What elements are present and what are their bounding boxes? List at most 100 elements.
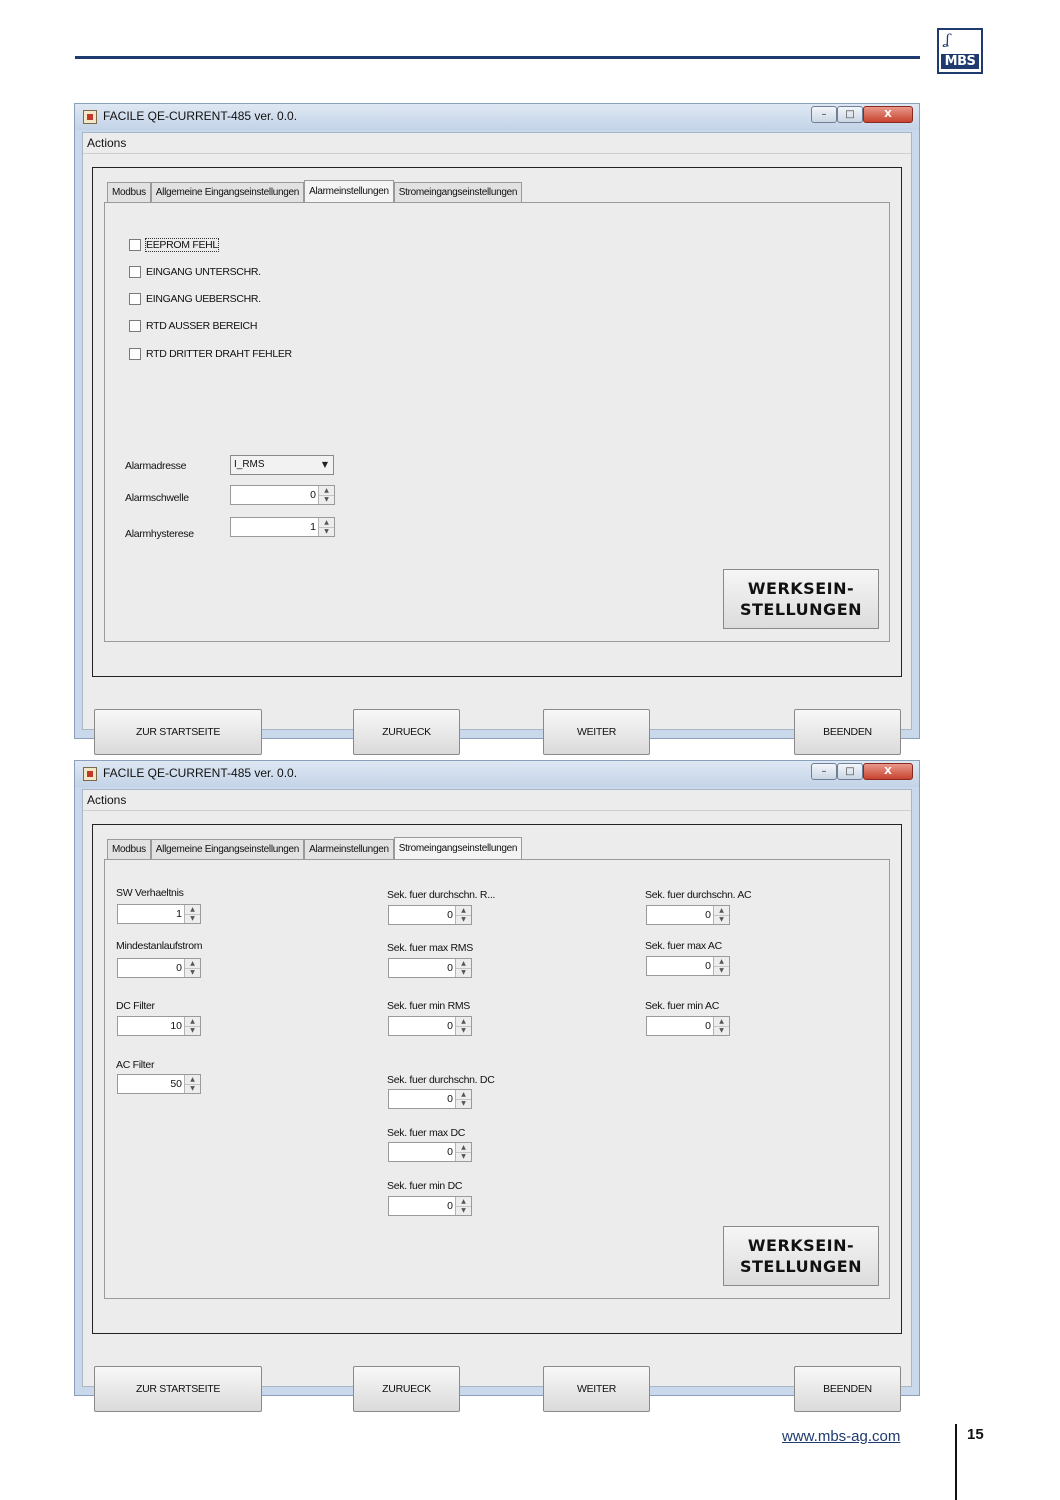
tab-alarm-settings[interactable]: Alarmeinstellungen (304, 180, 394, 202)
avg-rms-seconds-spinner[interactable]: 0 ▲ ▼ (388, 905, 472, 925)
spinner-buttons: ▲ ▼ (455, 1197, 471, 1215)
app-window-alarm: FACILE QE-CURRENT-485 ver. 0.0. – □ X Ac… (74, 103, 920, 755)
button-line-2: STELLUNGEN (739, 600, 863, 619)
checkbox-box[interactable] (129, 320, 141, 332)
spinner-buttons: ▲ ▼ (455, 906, 471, 924)
avg-ac-seconds-spinner[interactable]: 0 ▲ ▼ (646, 905, 730, 925)
checkbox-input-under[interactable]: EINGANG UNTERSCHR. (129, 264, 261, 280)
spinner-buttons: ▲ ▼ (455, 959, 471, 977)
tab-modbus[interactable]: Modbus (107, 839, 151, 859)
spinner-down-icon[interactable]: ▼ (185, 1084, 200, 1093)
spinner-down-icon[interactable]: ▼ (456, 1206, 471, 1215)
spinner-buttons: ▲ ▼ (713, 957, 729, 975)
field-label: Sek. fuer durchschn. R... (387, 889, 496, 901)
checkbox-rtd-range[interactable]: RTD AUSSER BEREICH (129, 318, 257, 334)
home-button[interactable]: ZUR STARTSEITE (94, 709, 262, 755)
tab-current-input[interactable]: Stromeingangseinstellungen (393, 837, 523, 859)
field-label: Sek. fuer min AC (645, 1000, 719, 1012)
alarm-hysteresis-label: Alarmhysterese (125, 528, 194, 540)
checkbox-box[interactable] (129, 239, 141, 251)
spinner-down-icon[interactable]: ▼ (185, 1026, 200, 1035)
spinner-down-icon[interactable]: ▼ (185, 968, 200, 977)
logo-mark-icon: ʆ (945, 32, 950, 48)
page-number: 15 (967, 1426, 984, 1443)
spinner-down-icon[interactable]: ▼ (714, 915, 729, 924)
back-button[interactable]: ZURUECK (353, 1366, 460, 1412)
tab-current-input[interactable]: Stromeingangseinstellungen (393, 182, 523, 202)
checkbox-label: EINGANG UEBERSCHR. (146, 293, 261, 305)
spinner-down-icon[interactable]: ▼ (185, 914, 200, 923)
spinner-down-icon[interactable]: ▼ (456, 915, 471, 924)
tab-general-input[interactable]: Allgemeine Eingangseinstellungen (150, 182, 305, 202)
avg-dc-seconds-spinner[interactable]: 0 ▲ ▼ (388, 1089, 472, 1109)
checkbox-box[interactable] (129, 293, 141, 305)
factory-reset-button[interactable]: WERKSEIN- STELLUNGEN (723, 1226, 879, 1286)
spinner-value: 0 (176, 962, 182, 974)
title-bar[interactable]: FACILE QE-CURRENT-485 ver. 0.0. – □ X (75, 104, 919, 130)
alarm-hysteresis-spinner[interactable]: 1 ▲ ▼ (230, 517, 335, 537)
window-title: FACILE QE-CURRENT-485 ver. 0.0. (103, 109, 298, 123)
title-bar[interactable]: FACILE QE-CURRENT-485 ver. 0.0. – □ X (75, 761, 919, 787)
spinner-buttons: ▲ ▼ (184, 959, 200, 977)
min-dc-seconds-spinner[interactable]: 0 ▲ ▼ (388, 1196, 472, 1216)
ac-filter-spinner[interactable]: 50 ▲ ▼ (117, 1074, 201, 1094)
factory-reset-button[interactable]: WERKSEIN- STELLUNGEN (723, 569, 879, 629)
maximize-button[interactable]: □ (837, 106, 863, 123)
select-value: I_RMS (234, 459, 265, 470)
max-rms-seconds-spinner[interactable]: 0 ▲ ▼ (388, 958, 472, 978)
maximize-button[interactable]: □ (837, 763, 863, 780)
max-dc-seconds-spinner[interactable]: 0 ▲ ▼ (388, 1142, 472, 1162)
logo-text: MBS (941, 54, 979, 69)
home-button[interactable]: ZUR STARTSEITE (94, 1366, 262, 1412)
spinner-down-icon[interactable]: ▼ (714, 966, 729, 975)
checkbox-box[interactable] (129, 266, 141, 278)
menu-actions[interactable]: Actions (87, 793, 126, 807)
checkbox-rtd-third-wire[interactable]: RTD DRITTER DRAHT FEHLER (129, 346, 292, 362)
field-label: AC Filter (116, 1059, 155, 1071)
next-button[interactable]: WEITER (543, 709, 650, 755)
tab-general-input[interactable]: Allgemeine Eingangseinstellungen (150, 839, 305, 859)
field-label: Sek. fuer min RMS (387, 1000, 471, 1012)
exit-button[interactable]: BEENDEN (794, 709, 901, 755)
close-button[interactable]: X (863, 106, 913, 123)
spinner-down-icon[interactable]: ▼ (456, 968, 471, 977)
tab-bar: Modbus Allgemeine Eingangseinstellungen … (107, 837, 523, 859)
tab-modbus[interactable]: Modbus (107, 182, 151, 202)
window-client: Actions Modbus Allgemeine Eingangseinste… (82, 789, 912, 1412)
alarm-threshold-spinner[interactable]: 0 ▲ ▼ (230, 485, 335, 505)
chevron-down-icon[interactable]: ▼ (322, 460, 328, 469)
spinner-down-icon[interactable]: ▼ (456, 1026, 471, 1035)
minimize-button[interactable]: – (811, 106, 837, 123)
spinner-value: 0 (705, 909, 711, 921)
checkbox-label: RTD AUSSER BEREICH (146, 320, 258, 332)
minimize-button[interactable]: – (811, 763, 837, 780)
app-icon (83, 110, 97, 124)
close-button[interactable]: X (863, 763, 913, 780)
dc-filter-spinner[interactable]: 10 ▲ ▼ (117, 1016, 201, 1036)
min-rms-seconds-spinner[interactable]: 0 ▲ ▼ (388, 1016, 472, 1036)
menu-actions[interactable]: Actions (87, 136, 126, 150)
checkbox-input-over[interactable]: EINGANG UEBERSCHR. (129, 291, 261, 307)
spinner-down-icon[interactable]: ▼ (319, 495, 334, 504)
content-frame: Modbus Allgemeine Eingangseinstellungen … (92, 167, 902, 677)
exit-button[interactable]: BEENDEN (794, 1366, 901, 1412)
spinner-value: 10 (170, 1020, 182, 1032)
tab-alarm-settings[interactable]: Alarmeinstellungen (304, 839, 394, 859)
spinner-down-icon[interactable]: ▼ (456, 1152, 471, 1161)
back-button[interactable]: ZURUECK (353, 709, 460, 755)
checkbox-label: RTD DRITTER DRAHT FEHLER (146, 348, 292, 360)
spinner-down-icon[interactable]: ▼ (714, 1026, 729, 1035)
tab-panel-current: SW Verhaeltnis 1 ▲ ▼ Mindestanlaufstrom 0… (104, 859, 890, 1299)
min-startup-current-spinner[interactable]: 0 ▲ ▼ (117, 958, 201, 978)
next-button[interactable]: WEITER (543, 1366, 650, 1412)
spinner-down-icon[interactable]: ▼ (319, 527, 334, 536)
max-ac-seconds-spinner[interactable]: 0 ▲ ▼ (646, 956, 730, 976)
spinner-down-icon[interactable]: ▼ (456, 1099, 471, 1108)
field-label: Sek. fuer max AC (645, 940, 722, 952)
sw-ratio-spinner[interactable]: 1 ▲ ▼ (117, 904, 201, 924)
alarm-address-select[interactable]: I_RMS ▼ (230, 455, 334, 475)
checkbox-box[interactable] (129, 348, 141, 360)
checkbox-eeprom[interactable]: EEPROM FEHL (129, 237, 219, 253)
website-link[interactable]: www.mbs-ag.com (782, 1428, 900, 1445)
min-ac-seconds-spinner[interactable]: 0 ▲ ▼ (646, 1016, 730, 1036)
